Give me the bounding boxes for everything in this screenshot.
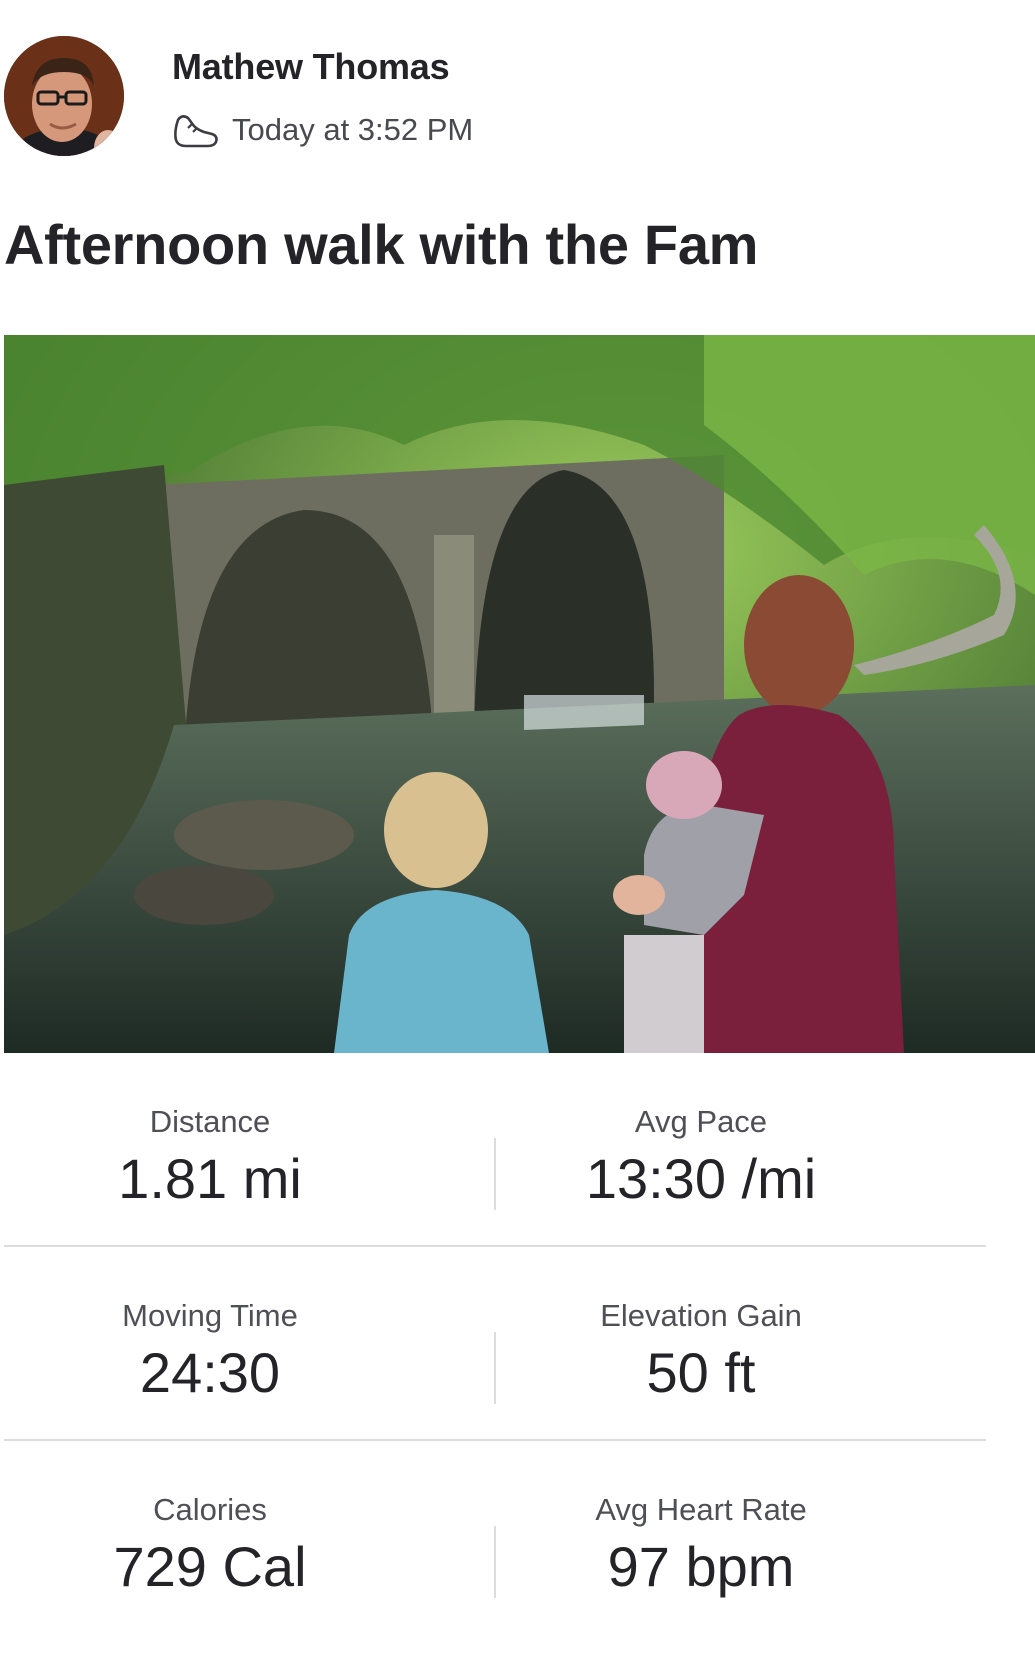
stat-label: Avg Pace [634,1104,768,1139]
stat-divider [494,1526,496,1598]
stat-moving-time: Moving Time 24:30 [4,1247,416,1439]
avatar-image [4,36,124,156]
activity-photo-image [4,335,1035,1053]
activity-page: Mathew Thomas Today at 3:52 PM Afternoon… [0,0,1035,1659]
stat-distance: Distance 1.81 mi [4,1053,416,1245]
stat-value: 24:30 [139,1341,281,1404]
activity-photo[interactable] [4,335,1035,1053]
stat-value: 97 bpm [607,1535,795,1598]
shoe-icon [172,110,220,150]
stat-divider [494,1332,496,1404]
stat-elevation-gain: Elevation Gain 50 ft [416,1247,986,1439]
stat-label: Calories [153,1492,267,1527]
stat-label: Distance [149,1104,271,1139]
stat-avg-pace: Avg Pace 13:30 /mi [416,1053,986,1245]
stat-value: 729 Cal [113,1535,307,1598]
stat-label: Avg Heart Rate [595,1492,807,1527]
stat-value: 13:30 /mi [585,1147,817,1210]
activity-meta: Today at 3:52 PM [172,110,473,150]
avatar[interactable] [4,36,124,156]
stat-divider [494,1138,496,1210]
stat-row: Distance 1.81 mi Avg Pace 13:30 /mi [4,1053,986,1247]
activity-timestamp: Today at 3:52 PM [232,112,474,147]
stat-row: Moving Time 24:30 Elevation Gain 50 ft [4,1247,986,1441]
stat-row: Calories 729 Cal Avg Heart Rate 97 bpm [4,1441,986,1635]
activity-stats: Distance 1.81 mi Avg Pace 13:30 /mi Movi… [4,1053,986,1635]
stat-value: 50 ft [646,1341,756,1404]
stat-label: Moving Time [122,1298,298,1333]
stat-avg-heart-rate: Avg Heart Rate 97 bpm [416,1441,986,1635]
stat-label: Elevation Gain [600,1298,802,1333]
stat-value: 1.81 mi [118,1147,302,1210]
stat-calories: Calories 729 Cal [4,1441,416,1635]
activity-title[interactable]: Afternoon walk with the Fam [4,212,758,277]
athlete-name[interactable]: Mathew Thomas [172,46,450,88]
